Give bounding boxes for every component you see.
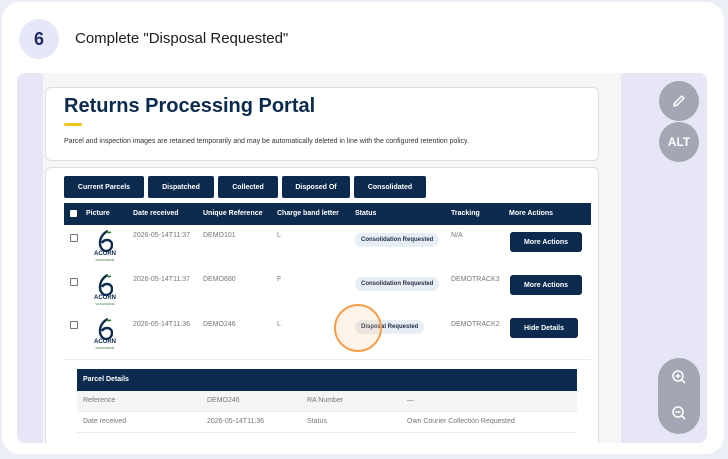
status-badge: Consolidation Requested: [355, 233, 440, 247]
step-card: 6 Complete "Disposal Requested" Returns …: [2, 2, 724, 454]
zoom-out-icon: [672, 406, 686, 420]
pencil-icon: [673, 95, 685, 107]
charge-band: L: [277, 232, 281, 239]
details-row: Date received 2026-05-14T11:36 Status Ow…: [77, 412, 577, 433]
tab-dispatched[interactable]: Dispatched: [148, 176, 214, 198]
acorn-logo-icon: [98, 318, 113, 340]
edit-button[interactable]: [659, 81, 699, 121]
acorn-logo-icon: [98, 230, 113, 252]
unique-reference: DEMO680: [203, 276, 236, 283]
unique-reference: DEMO246: [203, 321, 236, 328]
details-value: —: [407, 397, 414, 404]
date-received: 2026-05-14T11:37: [133, 232, 191, 239]
details-value: Own Courier Collection Requested: [407, 418, 515, 425]
row-checkbox[interactable]: [70, 234, 78, 242]
more-actions-button[interactable]: More Actions: [510, 232, 582, 252]
zoom-in-button[interactable]: [658, 358, 700, 396]
tracking-number: N/A: [451, 232, 463, 239]
step-number-badge: 6: [19, 19, 59, 59]
column-header-picture: Picture: [86, 210, 110, 217]
logo-subtext: WORLDWIDE: [95, 302, 115, 306]
tab-current-parcels[interactable]: Current Parcels: [64, 176, 144, 198]
logo-subtext: WORLDWIDE: [95, 258, 115, 262]
charge-band: F: [277, 276, 282, 283]
screenshot: Returns Processing Portal Parcel and ins…: [43, 73, 621, 443]
charge-band: L: [277, 321, 281, 328]
parcel-picture: ACORN WORLDWIDE: [90, 230, 120, 264]
hide-details-button[interactable]: Hide Details: [510, 318, 578, 338]
tracking-number: DEMOTRACK2: [451, 321, 500, 328]
column-header-reference: Unique Reference: [203, 210, 263, 217]
click-highlight-ring: [334, 304, 382, 352]
date-received: 2026-05-14T11:36: [133, 321, 191, 328]
date-received: 2026-05-14T11:37: [133, 276, 191, 283]
tab-consolidated[interactable]: Consolidated: [354, 176, 426, 198]
acorn-logo-icon: [98, 274, 113, 296]
details-label: Reference: [83, 397, 116, 404]
column-header-charge-band: Charge band letter: [277, 210, 339, 217]
title-underline: [64, 123, 82, 126]
step-header: 6 Complete "Disposal Requested": [2, 2, 724, 74]
screenshot-frame: Returns Processing Portal Parcel and ins…: [17, 73, 707, 443]
column-header-date: Date received: [133, 210, 179, 217]
zoom-out-button[interactable]: [658, 394, 700, 432]
logo-text: ACORN: [94, 295, 116, 301]
portal-title: Returns Processing Portal: [64, 95, 316, 117]
parcel-picture: ACORN WORLDWIDE: [90, 318, 120, 352]
table-row: ACORN WORLDWIDE 2026-05-14T11:36 DEMO246…: [64, 313, 591, 360]
tracking-number: DEMOTRACK3: [451, 276, 500, 283]
alt-text-button[interactable]: ALT: [659, 122, 699, 162]
unique-reference: DEMO101: [203, 232, 236, 239]
table-row: ACORN WORLDWIDE 2026-05-14T11:37 DEMO101…: [64, 225, 591, 270]
parcel-details: Parcel Details Reference DEMO246 RA Numb…: [77, 369, 577, 443]
column-header-actions: More Actions: [509, 210, 554, 217]
parcel-picture: ACORN WORLDWIDE: [90, 274, 120, 308]
column-header-tracking: Tracking: [451, 210, 480, 217]
row-checkbox[interactable]: [70, 278, 78, 286]
logo-subtext: WORLDWIDE: [95, 346, 115, 350]
table-row: ACORN WORLDWIDE 2026-05-14T11:37 DEMO680…: [64, 269, 591, 314]
status-badge: Consolidation Requested: [355, 277, 440, 291]
zoom-controls: [658, 358, 700, 434]
step-title: Complete "Disposal Requested": [75, 30, 289, 47]
logo-text: ACORN: [94, 251, 116, 257]
table-header: Picture Date received Unique Reference C…: [64, 203, 591, 225]
retention-policy-text: Parcel and inspection images are retaine…: [64, 138, 469, 145]
details-row: Reference DEMO246 RA Number —: [77, 391, 577, 412]
parcel-details-heading: Parcel Details: [77, 369, 577, 391]
tab-disposed-of[interactable]: Disposed Of: [282, 176, 350, 198]
zoom-in-icon: [672, 370, 686, 384]
logo-text: ACORN: [94, 339, 116, 345]
details-label: RA Number: [307, 397, 344, 404]
details-label: Status: [307, 418, 327, 425]
row-checkbox[interactable]: [70, 321, 78, 329]
details-value: DEMO246: [207, 397, 240, 404]
details-label: Date received: [83, 418, 127, 425]
more-actions-button[interactable]: More Actions: [510, 275, 582, 295]
tab-collected[interactable]: Collected: [218, 176, 278, 198]
details-value: 2026-05-14T11:36: [207, 418, 265, 425]
column-header-status: Status: [355, 210, 377, 217]
select-all-checkbox[interactable]: [70, 210, 77, 217]
